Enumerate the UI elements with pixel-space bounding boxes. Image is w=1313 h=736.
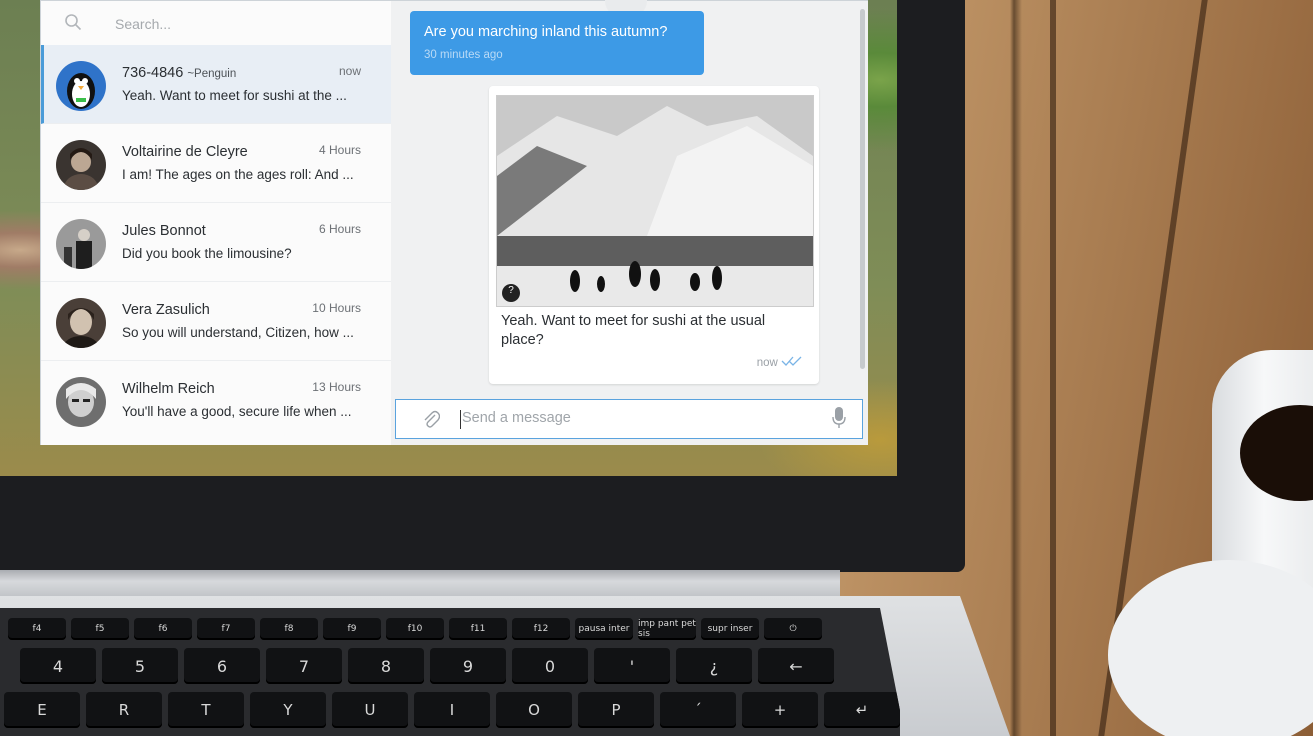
message-time: 4 Hours	[318, 143, 361, 157]
contact-alias: ~Penguin	[187, 68, 237, 80]
avatar	[56, 219, 106, 269]
message-preview: I am! The ages on the ages roll: And ...	[122, 167, 354, 182]
photo-badge: ?	[508, 285, 514, 296]
keyboard-key: imp pant pet sis	[638, 618, 696, 640]
keyboard-key: f9	[323, 618, 381, 640]
contact-number: 736-4846	[122, 65, 184, 81]
keyboard-key: f11	[449, 618, 507, 640]
incoming-message: Are you marching inland this autumn? 30 …	[410, 11, 704, 75]
keyboard-key: 6	[184, 648, 260, 684]
message-preview: So you will understand, Citizen, how ...	[122, 325, 354, 340]
message-time: now	[338, 64, 361, 78]
keyboard-key: 4	[20, 648, 96, 684]
keyboard-key: f10	[386, 618, 444, 640]
message-timestamp: 30 minutes ago	[424, 49, 503, 61]
conversation-sidebar: Search... 736-4846 ~Penguin now Yeah. Wa…	[41, 1, 392, 445]
conversation-item[interactable]: Voltairine de Cleyre 4 Hours I am! The a…	[41, 124, 391, 203]
scrollbar[interactable]	[860, 9, 865, 369]
text-caret	[460, 410, 461, 429]
outgoing-message: ? Yeah. Want to meet for sushi at the us…	[489, 86, 819, 384]
conversation-item[interactable]: Jules Bonnot 6 Hours Did you book the li…	[41, 203, 391, 282]
keyboard-key: f5	[71, 618, 129, 640]
message-input[interactable]: Send a message	[462, 410, 571, 426]
keyboard-key: ⏻	[764, 618, 822, 640]
keyboard-key: ´	[660, 692, 736, 728]
search-icon	[65, 14, 82, 31]
keyboard-key: f7	[197, 618, 255, 640]
keyboard-key: U	[332, 692, 408, 728]
keyboard-key: supr inser	[701, 618, 759, 640]
contact-name: Wilhelm Reich	[122, 381, 215, 397]
message-preview: Did you book the limousine?	[122, 246, 292, 261]
laptop-hinge	[0, 570, 840, 598]
message-timestamp: now	[756, 357, 778, 369]
message-composer[interactable]: Send a message	[395, 399, 863, 439]
message-text: Are you marching inland this autumn?	[424, 24, 668, 40]
avatar	[56, 377, 106, 427]
search-bar[interactable]: Search...	[41, 1, 391, 46]
keyboard-key: 8	[348, 648, 424, 684]
keyboard-key: +	[742, 692, 818, 728]
keyboard-key: '	[594, 648, 670, 684]
avatar	[56, 61, 106, 111]
message-text: Yeah. Want to meet for sushi at the usua…	[501, 313, 766, 348]
keyboard: f4 f5 f6 f7 f8 f9 f10 f11 f12 pausa inter imp pant…	[0, 608, 900, 736]
search-input[interactable]: Search...	[115, 16, 171, 32]
conversation-item[interactable]: Vera Zasulich 10 Hours So you will under…	[41, 282, 391, 361]
keyboard-key: f4	[8, 618, 66, 640]
message-time: 6 Hours	[318, 222, 361, 236]
keyboard-key: 7	[266, 648, 342, 684]
message-preview: You'll have a good, secure life when ...	[122, 404, 352, 419]
keyboard-key: 0	[512, 648, 588, 684]
keyboard-key: P	[578, 692, 654, 728]
keyboard-key: 5	[102, 648, 178, 684]
keyboard-key: R	[86, 692, 162, 728]
keyboard-key: 9	[430, 648, 506, 684]
keyboard-key: T	[168, 692, 244, 728]
keyboard-key: I	[414, 692, 490, 728]
keyboard-key: ¿	[676, 648, 752, 684]
keyboard-key: E	[4, 692, 80, 728]
keyboard-key: f6	[134, 618, 192, 640]
contact-name: 736-4846 ~Penguin	[122, 65, 236, 81]
avatar	[56, 140, 106, 190]
keyboard-key: f8	[260, 618, 318, 640]
contact-name: Voltairine de Cleyre	[122, 144, 248, 160]
messenger-window: Search... 736-4846 ~Penguin now Yeah. Wa…	[40, 0, 868, 445]
paperclip-icon[interactable]	[422, 410, 440, 430]
conversation-item[interactable]: Wilhelm Reich 13 Hours You'll have a goo…	[41, 361, 391, 440]
message-meta: now	[757, 355, 803, 369]
conversation-item[interactable]: 736-4846 ~Penguin now Yeah. Want to meet…	[41, 45, 391, 124]
penguin-photo[interactable]: ?	[496, 95, 814, 307]
keyboard-key: ↵	[824, 692, 900, 728]
double-check-icon	[781, 356, 802, 366]
plank-seam	[1050, 0, 1056, 736]
message-time: 13 Hours	[312, 380, 361, 394]
message-preview: Yeah. Want to meet for sushi at the ...	[122, 88, 347, 103]
contact-name: Vera Zasulich	[122, 302, 210, 318]
message-time: 10 Hours	[312, 301, 361, 315]
chat-pane: Are you marching inland this autumn? 30 …	[391, 0, 868, 445]
microphone-icon[interactable]	[832, 406, 846, 430]
avatar	[56, 298, 106, 348]
contact-name: Jules Bonnot	[122, 223, 206, 239]
keyboard-key: f12	[512, 618, 570, 640]
keyboard-key: pausa inter	[575, 618, 633, 640]
keyboard-key: O	[496, 692, 572, 728]
keyboard-key: Y	[250, 692, 326, 728]
keyboard-key: ←	[758, 648, 834, 684]
